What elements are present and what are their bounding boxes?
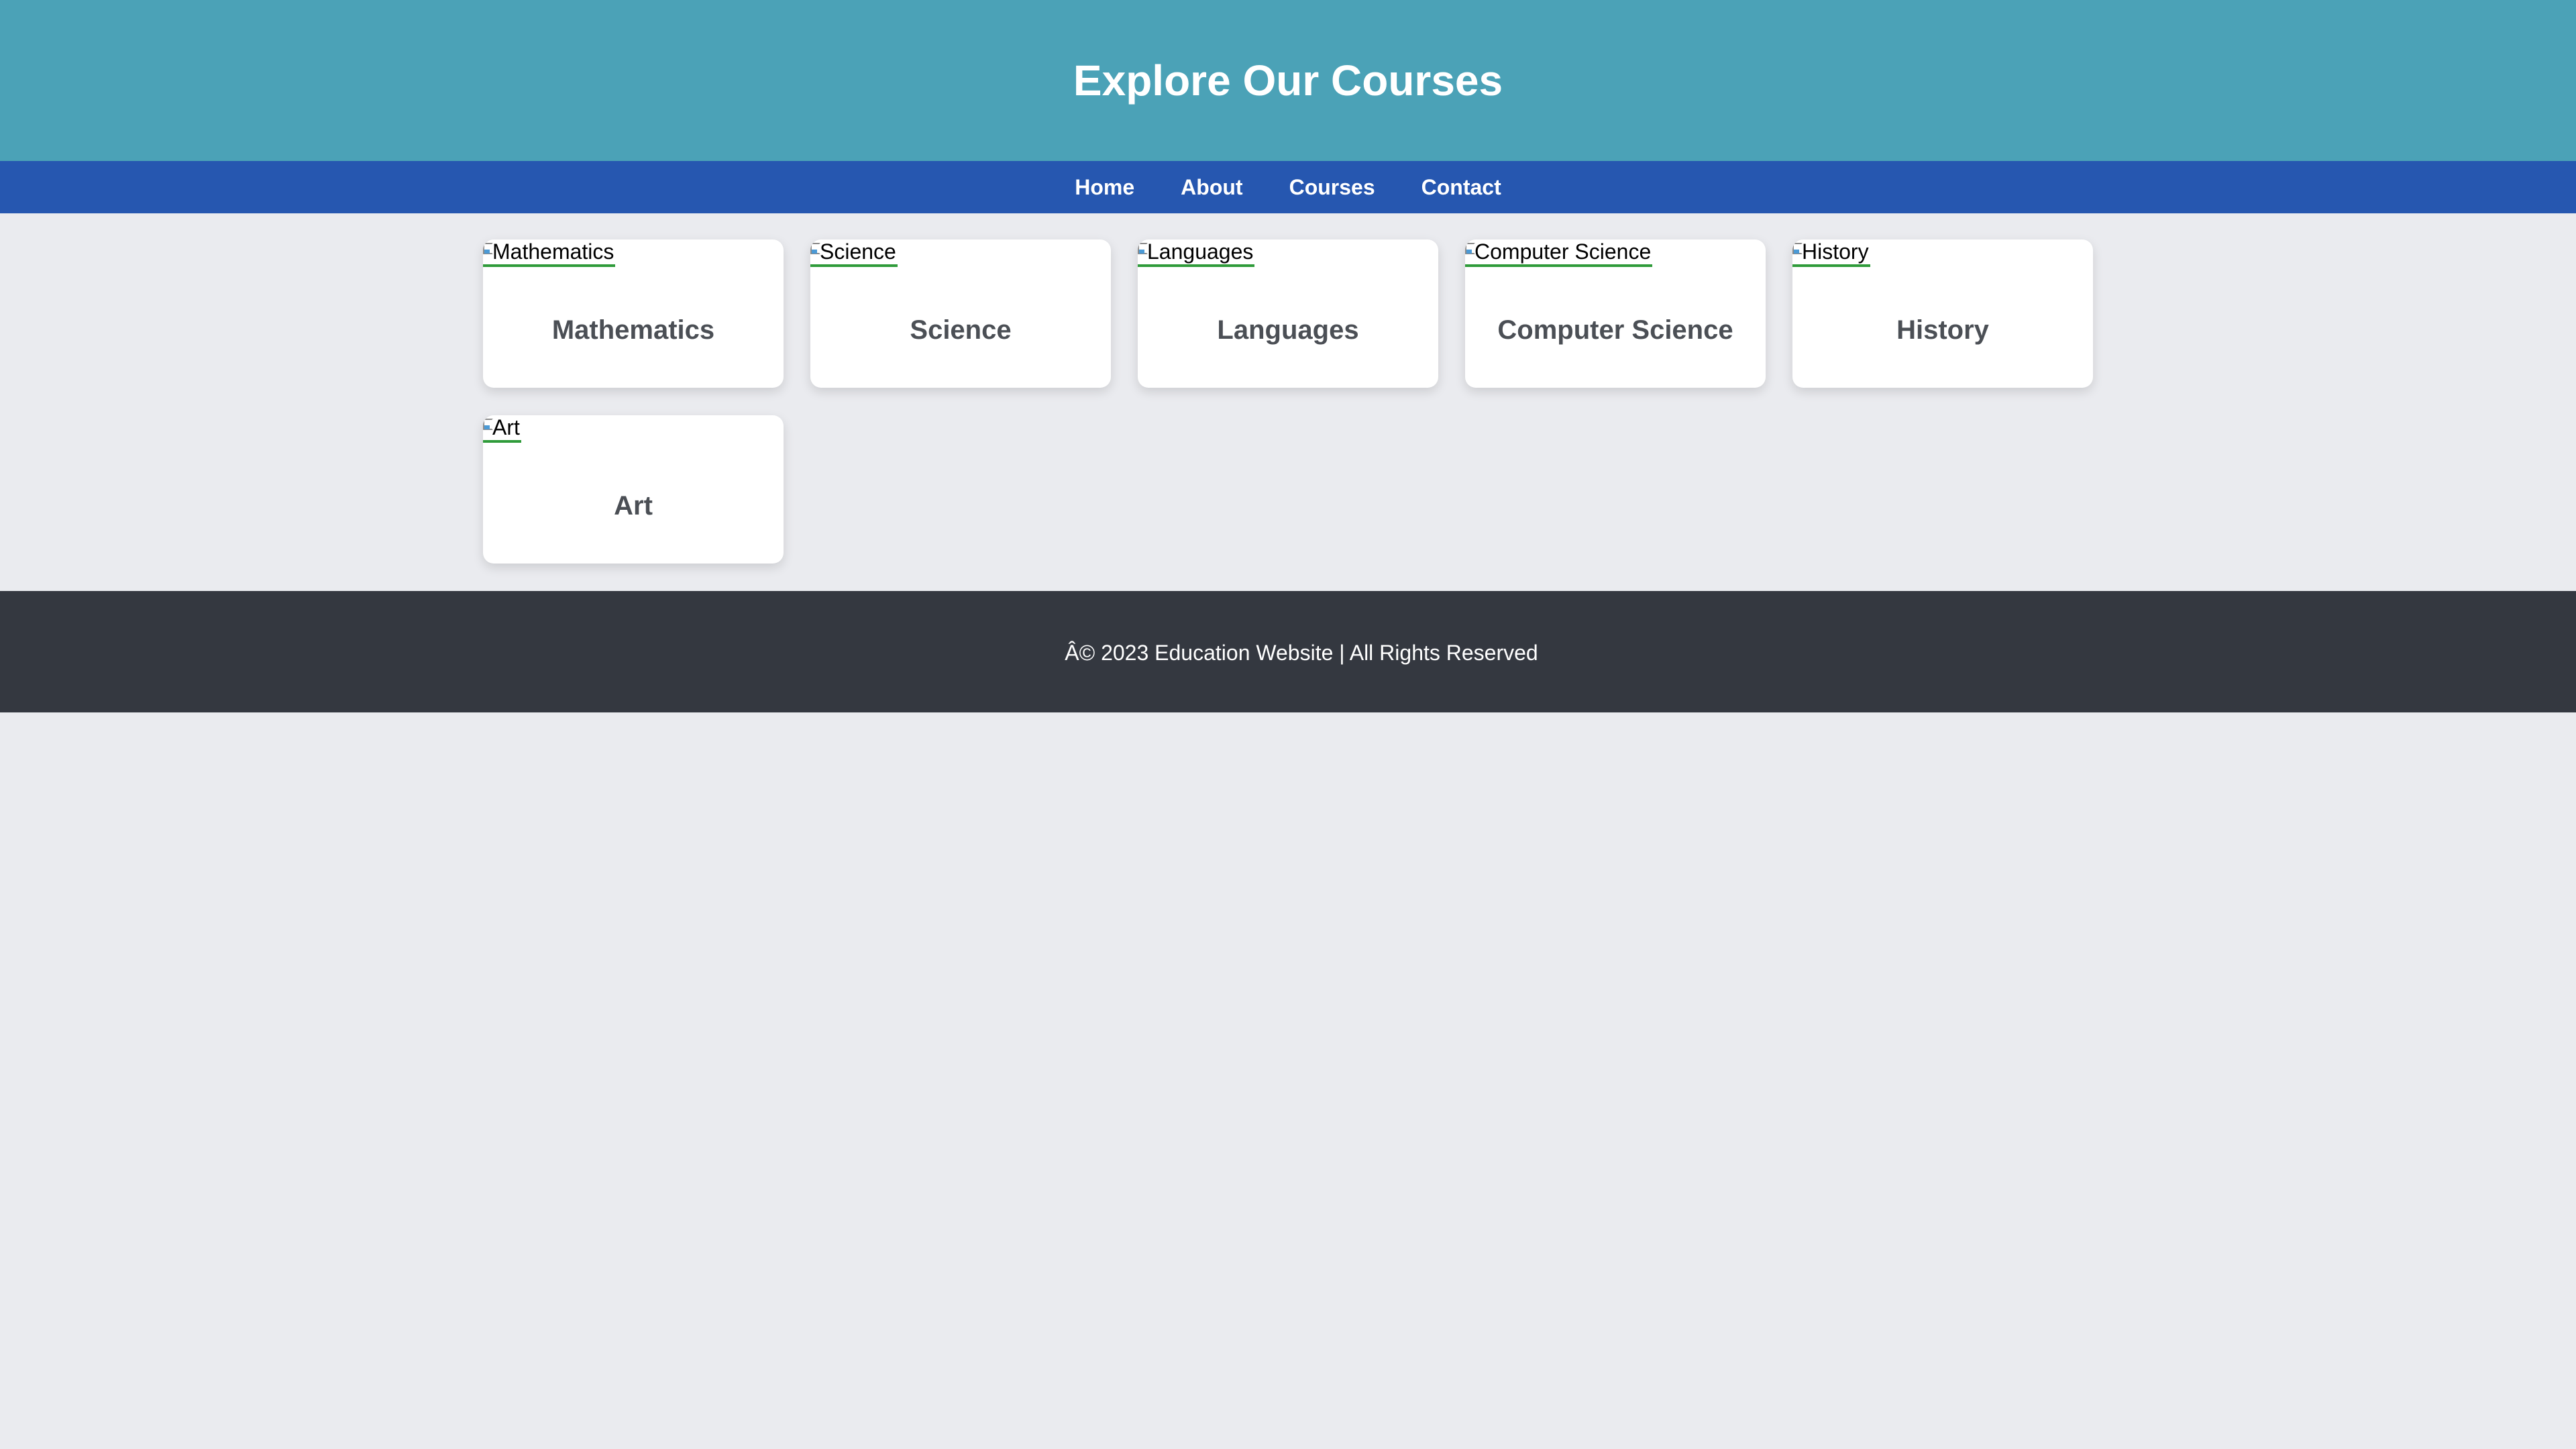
course-title: Mathematics — [551, 315, 715, 345]
course-title: Art — [614, 491, 653, 521]
course-image-link[interactable]: Mathematics — [483, 239, 616, 267]
course-image-link[interactable]: Languages — [1138, 239, 1255, 267]
nav-link-contact[interactable]: Contact — [1421, 175, 1501, 200]
course-card-history[interactable]: History History — [1792, 239, 2093, 388]
course-card-mathematics[interactable]: Mathematics Mathematics — [483, 239, 784, 388]
main-nav: Home About Courses Contact — [0, 161, 2576, 213]
course-image-link[interactable]: Computer Science — [1465, 239, 1653, 267]
page-header: Explore Our Courses — [0, 0, 2576, 161]
course-image-alt: Mathematics — [492, 239, 614, 264]
course-image-alt: Science — [820, 239, 896, 264]
course-image-alt: Computer Science — [1474, 239, 1652, 264]
course-grid: Mathematics Mathematics Science Science … — [483, 213, 2093, 591]
broken-image-icon — [483, 417, 493, 437]
nav-link-about[interactable]: About — [1181, 175, 1242, 200]
nav-link-courses[interactable]: Courses — [1289, 175, 1375, 200]
course-image-link[interactable]: Art — [483, 415, 521, 443]
broken-image-icon — [483, 241, 493, 262]
course-image-alt: History — [1802, 239, 1869, 264]
course-title: Computer Science — [1497, 315, 1733, 345]
course-image-link[interactable]: Science — [810, 239, 898, 267]
course-title: Science — [910, 315, 1012, 345]
footer-copyright: Â© 2023 Education Website | All Rights R… — [1065, 641, 1538, 665]
course-card-languages[interactable]: Languages Languages — [1138, 239, 1438, 388]
broken-image-icon — [1138, 241, 1148, 262]
course-image-alt: Languages — [1147, 239, 1254, 264]
course-title: Languages — [1217, 315, 1359, 345]
broken-image-icon — [810, 241, 820, 262]
broken-image-icon — [1792, 241, 1803, 262]
course-card-art[interactable]: Art Art — [483, 415, 784, 564]
nav-link-home[interactable]: Home — [1075, 175, 1134, 200]
course-card-science[interactable]: Science Science — [810, 239, 1111, 388]
course-title: History — [1896, 315, 1989, 345]
broken-image-icon — [1465, 241, 1475, 262]
page-footer: Â© 2023 Education Website | All Rights R… — [0, 591, 2576, 712]
course-image-alt: Art — [492, 415, 520, 439]
course-card-computer-science[interactable]: Computer Science Computer Science — [1465, 239, 1766, 388]
course-image-link[interactable]: History — [1792, 239, 1870, 267]
page-title: Explore Our Courses — [1073, 56, 1503, 105]
